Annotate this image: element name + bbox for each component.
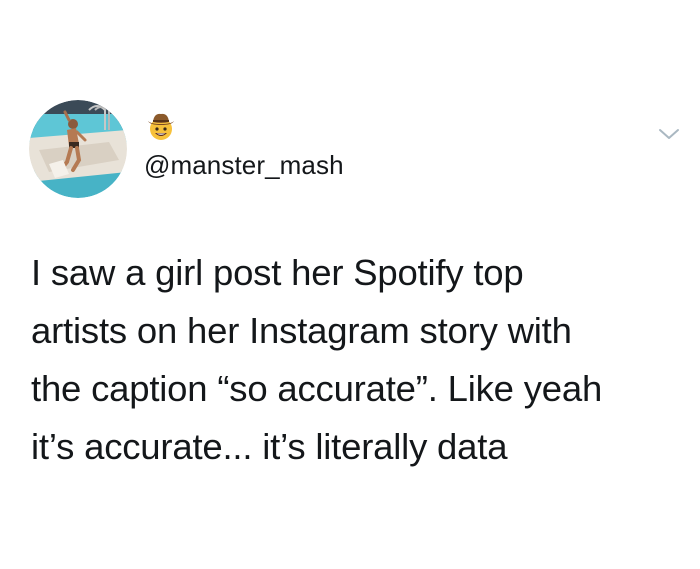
tweet-card: @manster_mash I saw a girl post her Spot…: [0, 0, 700, 569]
user-handle[interactable]: @manster_mash: [144, 150, 344, 180]
avatar[interactable]: [29, 100, 127, 198]
tweet-text-line: the caption “so accurate”. Like yeah: [31, 368, 603, 409]
cowboy-hat-face-emoji: [145, 110, 177, 142]
tweet-text-line: I saw a girl post her Spotify top: [31, 252, 524, 293]
tweet-text: I saw a girl post her Spotify top artist…: [31, 244, 681, 476]
avatar-photo: [29, 100, 127, 198]
tweet-text-line: artists on her Instagram story with: [31, 310, 572, 351]
cowboy-emoji-icon: [148, 113, 174, 140]
chevron-down-icon[interactable]: [657, 124, 681, 144]
tweet-text-line: it’s accurate... it’s literally data: [31, 426, 508, 467]
